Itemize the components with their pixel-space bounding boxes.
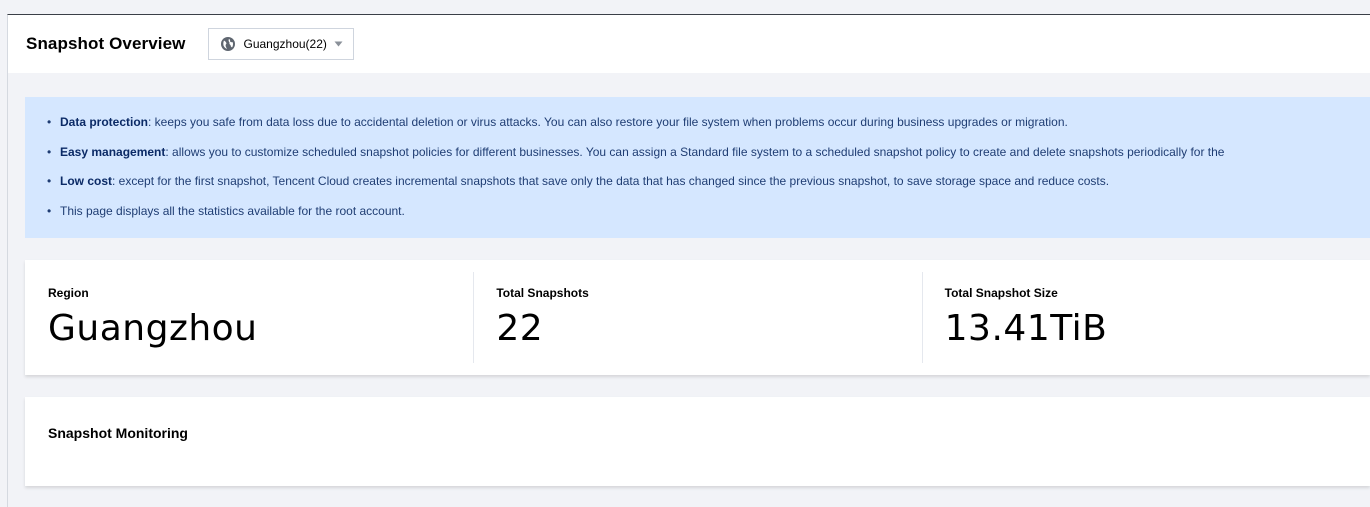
info-item-data-protection: • Data protection: keeps you safe from d… [47, 115, 1370, 145]
info-item-low-cost: • Low cost: except for the first snapsho… [47, 174, 1370, 204]
info-item-text: : except for the first snapshot, Tencent… [112, 174, 1110, 188]
stat-value: Guangzhou [48, 308, 258, 349]
info-item-heading: Low cost [60, 174, 113, 188]
info-banner: • Data protection: keeps you safe from d… [25, 97, 1370, 238]
stat-label: Total Snapshot Size [944, 286, 1058, 300]
globe-icon [220, 36, 236, 52]
stat-label: Region [48, 286, 89, 300]
page-header: Snapshot Overview Guangzhou(22) [8, 15, 1370, 73]
stat-value: 13.41TiB [944, 308, 1108, 349]
info-item-text: This page displays all the statistics av… [60, 203, 405, 218]
snapshot-monitoring-title: Snapshot Monitoring [48, 425, 188, 441]
caret-down-icon [334, 41, 343, 47]
stat-total-snapshot-size: Total Snapshot Size 13.41TiB [921, 260, 1370, 375]
info-item-easy-management: • Easy management: allows you to customi… [47, 145, 1370, 175]
bullet-icon: • [47, 144, 52, 159]
info-item-heading: Data protection [60, 115, 149, 129]
bullet-icon: • [47, 203, 52, 218]
region-select[interactable]: Guangzhou(22) [208, 28, 354, 60]
stats-card: Region Guangzhou Total Snapshots 22 Tota… [25, 260, 1370, 375]
stat-label: Total Snapshots [496, 286, 589, 300]
stat-total-snapshots: Total Snapshots 22 [473, 260, 921, 375]
info-item-heading: Easy management [60, 144, 166, 159]
page-title: Snapshot Overview [26, 34, 186, 53]
info-item-text: : keeps you safe from data loss due to a… [148, 115, 1068, 129]
bullet-icon: • [47, 174, 52, 188]
stat-value: 22 [496, 308, 544, 349]
snapshot-monitoring-card: Snapshot Monitoring [25, 397, 1370, 486]
info-item-root-account: • This page displays all the statistics … [47, 204, 1370, 234]
bullet-icon: • [47, 115, 52, 129]
stat-region: Region Guangzhou [25, 260, 473, 375]
info-item-text: : allows you to customize scheduled snap… [165, 144, 1225, 159]
region-select-value: Guangzhou(22) [243, 37, 327, 51]
console-frame: Snapshot Overview Guangzhou(22) • Data p… [7, 14, 1370, 507]
